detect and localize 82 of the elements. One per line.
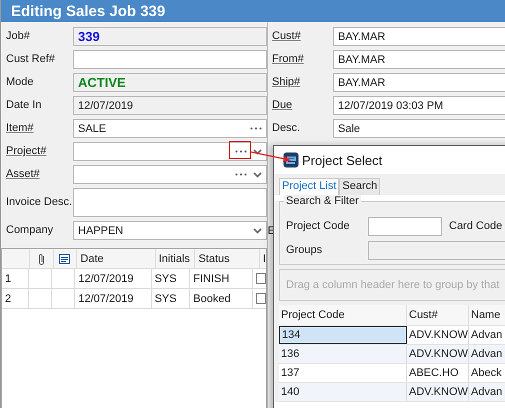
table-cell: SYS [152, 269, 190, 288]
column-header[interactable]: I [260, 249, 266, 268]
table-cell: ADV.KNOW [407, 383, 469, 401]
ellipsis-icon[interactable] [235, 173, 247, 176]
column-header[interactable]: Status [195, 249, 260, 268]
field-label[interactable]: Due [272, 99, 333, 112]
app-logo-icon [283, 152, 299, 168]
column-header[interactable]: Initials [156, 249, 196, 268]
input-field[interactable]: Sale [333, 119, 505, 138]
table-cell: 1 [2, 269, 30, 288]
input-field[interactable]: HAPPEN [73, 221, 267, 240]
table-cell: 136 [279, 345, 407, 363]
input-field[interactable]: 339 [73, 27, 267, 46]
input-field[interactable]: BAY.MAR [333, 73, 505, 92]
dialog-title: Project Select [302, 152, 382, 168]
table-cell-text: Advan [470, 385, 504, 400]
table-cell: 134 [279, 326, 407, 344]
input-field[interactable]: ACTIVE [73, 73, 267, 92]
input-field[interactable] [73, 50, 267, 69]
input-field[interactable] [368, 216, 442, 236]
table-cell: ADV.KNOW [407, 326, 469, 344]
field-label: Job# [5, 30, 31, 43]
checkbox[interactable] [256, 273, 266, 284]
field-label[interactable]: Asset# [1, 168, 73, 181]
table-cell: 137 [279, 364, 407, 382]
field-label[interactable]: From# [272, 53, 333, 66]
table-cell: 140 [279, 383, 407, 401]
table-cell-text: Abeck [470, 366, 503, 381]
column-header[interactable]: Project Code [279, 305, 407, 325]
ellipsis-icon[interactable] [250, 127, 262, 130]
ellipsis-icon[interactable] [235, 150, 247, 153]
table-cell: 2 [2, 289, 30, 308]
table-cell: FINISH [190, 269, 253, 288]
column-header[interactable]: Date [77, 249, 156, 268]
checkbox[interactable] [256, 293, 266, 304]
note-icon [59, 254, 70, 264]
input-field[interactable] [73, 188, 267, 217]
input-field[interactable]: BAY.MAR [333, 50, 505, 69]
input-field[interactable]: SALE [73, 119, 267, 138]
input-field[interactable]: 12/07/2019 [73, 96, 267, 115]
table-cell: SYS [152, 289, 190, 308]
field-label: Company [5, 224, 54, 237]
table-cell: ABEC.HO [407, 364, 469, 382]
highlight-frame [229, 141, 251, 159]
table-cell: ADV.KNOW [407, 345, 469, 363]
input-field[interactable] [73, 165, 267, 184]
field-label[interactable]: Project# [1, 145, 73, 158]
field-label: Desc. [272, 122, 302, 135]
field-label: Groups [286, 244, 324, 256]
field-label[interactable]: Cust# [272, 30, 333, 43]
input-field[interactable] [73, 142, 267, 161]
field-label: Project Code [286, 220, 351, 232]
field-label: Cust Ref# [5, 53, 56, 66]
column-header[interactable]: Name [469, 305, 505, 325]
input-field[interactable]: BAY.MAR [333, 27, 505, 46]
tab[interactable]: Project List [279, 178, 340, 195]
dropdown-chevron-icon[interactable] [253, 172, 262, 178]
field-label: Card Code [449, 220, 502, 232]
field-label: Invoice Desc. [5, 196, 73, 209]
table-cell-text: Advan [470, 347, 504, 362]
table-row[interactable]: 134 ADV.KNOW Advan [279, 326, 505, 345]
field-label: Mode [5, 76, 35, 89]
field-label: Date In [5, 99, 42, 112]
table-cell: Booked [190, 289, 253, 308]
column-header[interactable]: Cust# [407, 305, 469, 325]
table-cell: 12/07/2019 [75, 269, 152, 288]
field-label[interactable]: Item# [1, 122, 73, 135]
paperclip-icon [38, 252, 45, 264]
dropdown-chevron-icon[interactable] [253, 148, 262, 154]
group-by-hint: Drag a column header here to group by that [286, 279, 500, 291]
table-cell: 12/07/2019 [75, 289, 152, 308]
input-field[interactable]: 12/07/2019 03:03 PM [333, 96, 505, 115]
field-label[interactable]: Ship# [272, 76, 333, 89]
annotation-arrow [250, 151, 291, 162]
table-cell-text: Advan [470, 328, 504, 343]
dropdown-chevron-icon[interactable] [253, 228, 262, 234]
window-title: Editing Sales Job 339 [11, 2, 166, 20]
table-row[interactable]: 140 ADV.KNOW Advan [279, 383, 505, 402]
group-title: Search & Filter [284, 195, 361, 207]
input-field[interactable] [368, 240, 505, 260]
tab[interactable]: Search [339, 178, 380, 195]
table-row[interactable]: 136 ADV.KNOW Advan [279, 345, 505, 364]
